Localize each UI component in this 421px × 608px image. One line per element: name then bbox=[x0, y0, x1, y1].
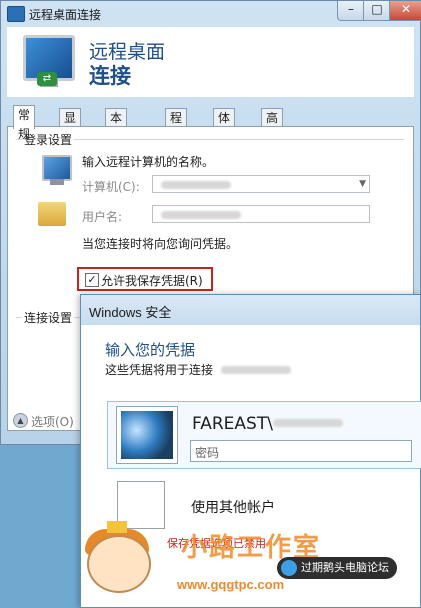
allow-save-checkbox[interactable]: ✓ bbox=[85, 273, 99, 287]
redacted-username bbox=[161, 211, 241, 219]
saved-credential-card[interactable]: FAREAST\ 密码 bbox=[107, 401, 421, 469]
password-placeholder: 密码 bbox=[195, 446, 220, 460]
folder-icon bbox=[38, 202, 66, 226]
remote-desktop-icon bbox=[7, 6, 25, 22]
computer-combobox[interactable]: ▼ bbox=[152, 175, 370, 193]
connection-group-label: 连接设置 bbox=[22, 309, 75, 326]
tab-advanced[interactable]: 高级 bbox=[261, 108, 284, 144]
banner-title-line2: 连接 bbox=[89, 64, 131, 88]
other-account-label[interactable]: 使用其他帐户 bbox=[191, 497, 275, 517]
security-title-bar: Windows 安全 bbox=[81, 295, 420, 325]
title-bar: 远程桌面连接 – □ ✕ bbox=[1, 1, 421, 27]
redacted-host bbox=[220, 366, 291, 374]
credential-domain: FAREAST\ bbox=[192, 414, 273, 434]
mascot-logo bbox=[79, 521, 157, 601]
security-heading: 输入您的凭据 bbox=[105, 341, 196, 359]
forum-name: 过期鹅头电脑论坛 bbox=[301, 561, 389, 574]
redacted-computer bbox=[161, 181, 231, 189]
close-button[interactable]: ✕ bbox=[389, 1, 421, 21]
tab-experience[interactable]: 体验 bbox=[213, 108, 236, 144]
chevron-up-icon[interactable]: ▲ bbox=[13, 413, 28, 428]
chevron-down-icon[interactable]: ▼ bbox=[359, 179, 366, 189]
forum-logo-icon bbox=[281, 560, 297, 576]
credential-note: 当您连接时将向您询问凭据。 bbox=[82, 237, 239, 251]
tab-local-resources[interactable]: 本地资源 bbox=[105, 108, 128, 182]
username-field[interactable] bbox=[152, 205, 370, 223]
watermark-url: www.gqgtpc.com bbox=[177, 577, 285, 592]
password-input[interactable]: 密码 bbox=[190, 440, 412, 462]
redacted-user bbox=[272, 419, 343, 427]
mascot-crown bbox=[107, 521, 127, 533]
allow-save-highlight: ✓ 允许我保存凭据(R) bbox=[77, 267, 213, 291]
allow-save-label[interactable]: 允许我保存凭据(R) bbox=[101, 272, 203, 289]
options-label[interactable]: 选项(O) bbox=[31, 413, 74, 430]
remote-desktop-window: 远程桌面连接 – □ ✕ ⇄ 远程桌面 连接 常规 显示 本地资源 程序 体验 … bbox=[0, 0, 421, 608]
forum-badge: 过期鹅头电脑论坛 bbox=[277, 557, 397, 579]
login-group-line bbox=[16, 139, 404, 140]
minimize-button[interactable]: – bbox=[337, 1, 365, 21]
computer-prompt: 输入远程计算机的名称。 bbox=[82, 155, 215, 169]
security-subtitle-text: 这些凭据将用于连接 bbox=[105, 363, 214, 377]
window-title: 远程桌面连接 bbox=[29, 8, 102, 22]
connect-arrows-icon: ⇄ bbox=[37, 72, 57, 86]
tab-programs[interactable]: 程序 bbox=[165, 108, 188, 144]
security-subtitle: 这些凭据将用于连接 bbox=[105, 361, 291, 378]
mascot-face bbox=[87, 535, 151, 593]
user-avatar bbox=[116, 406, 178, 464]
maximize-button[interactable]: □ bbox=[363, 1, 391, 21]
computer-label: 计算机(C): bbox=[82, 180, 140, 194]
tab-display[interactable]: 显示 bbox=[59, 108, 82, 144]
username-label: 用户名: bbox=[82, 210, 123, 224]
windows-security-dialog: Windows 安全 输入您的凭据 这些凭据将用于连接 FAREAST\ 密码 … bbox=[80, 294, 421, 608]
tab-general[interactable]: 常规 bbox=[13, 105, 36, 141]
banner: ⇄ 远程桌面 连接 bbox=[7, 27, 414, 97]
computer-icon bbox=[42, 155, 72, 185]
marbles-icon bbox=[121, 411, 173, 459]
credential-username: FAREAST\ bbox=[192, 414, 343, 434]
security-title: Windows 安全 bbox=[89, 305, 172, 320]
